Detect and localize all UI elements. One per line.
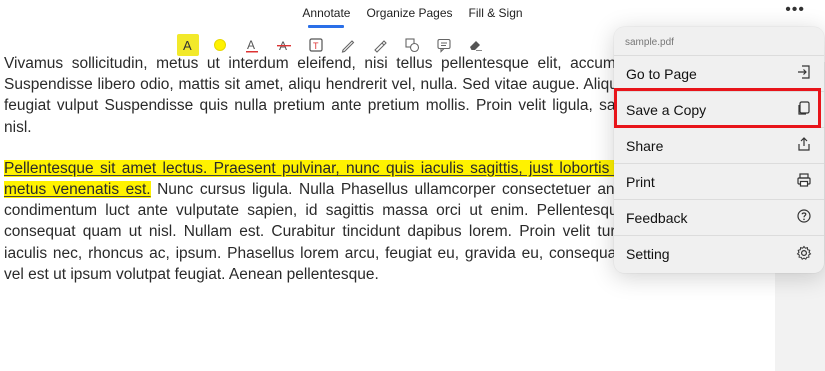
tab-annotate[interactable]: Annotate [294,2,358,28]
menu-item-label: Save a Copy [626,101,707,118]
menu-item-label: Share [626,137,664,154]
menu-item-label: Setting [626,246,670,262]
menu-item-label: Print [626,173,655,190]
svg-text:T: T [313,41,319,51]
menu-item-label: Go to Page [626,65,697,82]
tab-bar: Annotate Organize Pages Fill & Sign [0,0,825,28]
copy-icon [796,100,812,119]
gear-icon [796,245,812,264]
more-horizontal-icon[interactable]: ••• [785,0,805,20]
menu-item-print[interactable]: Print [614,164,824,200]
svg-text:A: A [183,38,192,53]
menu-item-label: Feedback [626,209,688,226]
go-to-page-icon [796,64,812,83]
printer-icon [796,172,812,191]
menu-item-feedback[interactable]: Feedback [614,200,824,236]
more-menu: sample.pdf Go to Page Save a Copy Share … [614,27,824,273]
tab-fill-sign[interactable]: Fill & Sign [461,2,531,24]
menu-filename: sample.pdf [614,27,824,56]
menu-item-setting[interactable]: Setting [614,236,824,272]
feedback-icon [796,208,812,227]
menu-item-save-a-copy[interactable]: Save a Copy [614,92,824,128]
tab-organize-pages[interactable]: Organize Pages [358,2,460,24]
menu-item-share[interactable]: Share [614,128,824,164]
menu-item-go-to-page[interactable]: Go to Page [614,56,824,92]
share-icon [796,136,812,155]
svg-text:A: A [247,38,255,52]
